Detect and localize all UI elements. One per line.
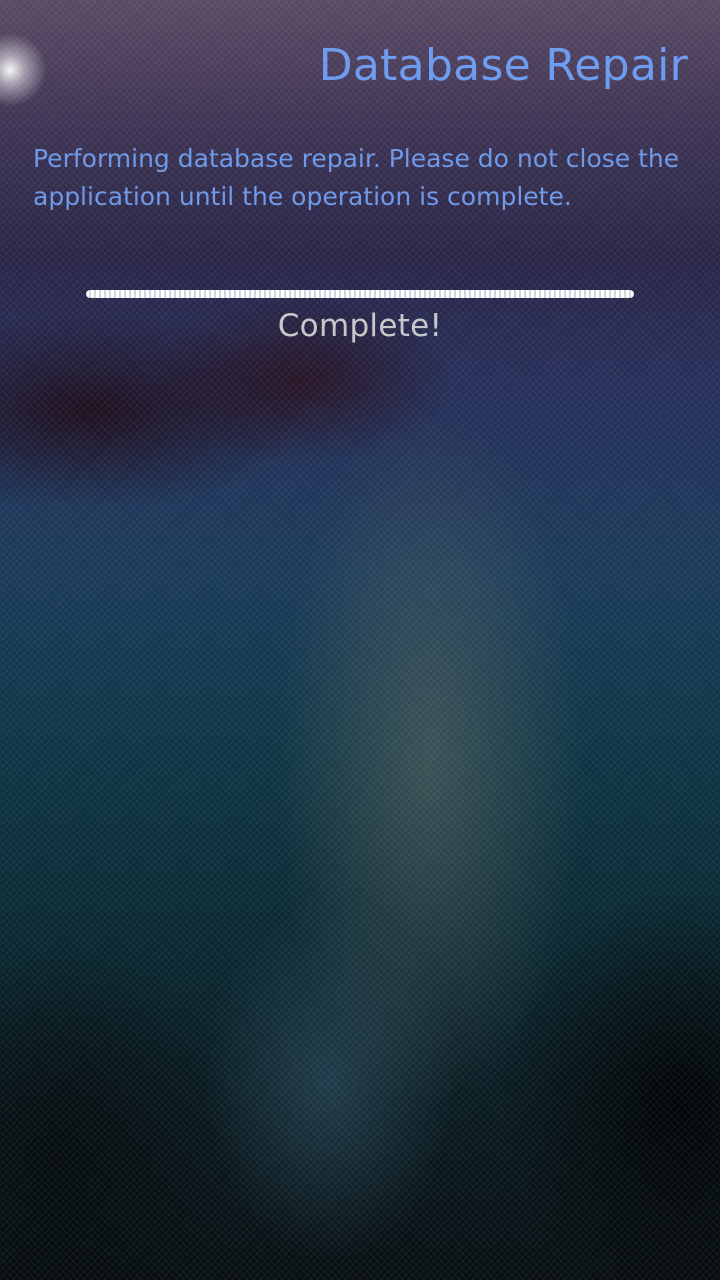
progress-bar-fill [86, 290, 634, 298]
repair-description: Performing database repair. Please do no… [33, 144, 680, 211]
status-text: Complete! [277, 308, 443, 344]
page-title: Database Repair [318, 40, 688, 91]
progress-bar [86, 290, 634, 298]
